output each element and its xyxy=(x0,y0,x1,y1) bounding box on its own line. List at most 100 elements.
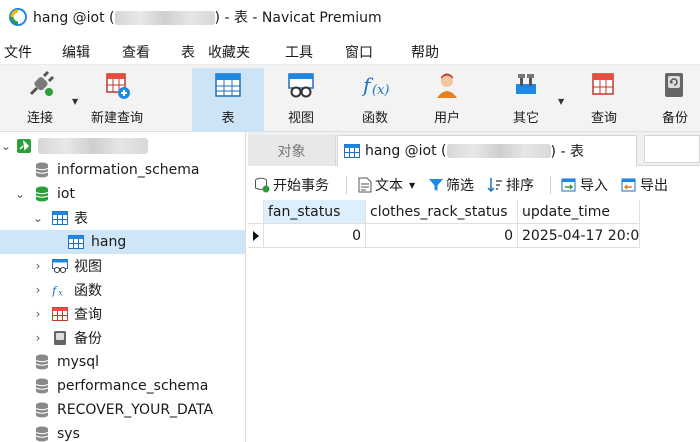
tree-db-mysql[interactable]: mysql xyxy=(0,350,245,374)
chevron-down-icon: ▼ xyxy=(409,180,416,190)
grid-header-row: fan_status clothes_rack_status update_ti… xyxy=(248,200,640,224)
menu-view[interactable]: 查看 xyxy=(122,42,150,62)
tools-icon xyxy=(511,68,541,102)
tree-db-sys[interactable]: sys xyxy=(0,422,245,442)
tree-label: mysql xyxy=(57,354,99,370)
backup-tool-button[interactable]: 备份 xyxy=(650,68,700,132)
menu-table[interactable]: 表 xyxy=(181,42,195,62)
others-dropdown-icon[interactable]: ▼ xyxy=(558,97,564,106)
view-tool-label: 视图 xyxy=(287,111,314,126)
connect-dropdown-icon[interactable]: ▼ xyxy=(72,97,78,106)
tab-title-suffix: ) - 表 xyxy=(550,144,584,160)
new-query-label: 新建查询 xyxy=(90,111,143,126)
chevron-down-icon[interactable]: ⌄ xyxy=(32,211,44,225)
user-tool-button[interactable]: 用户 xyxy=(414,68,480,132)
filter-button[interactable]: 筛选 xyxy=(429,174,474,196)
tree-group-queries[interactable]: › 查询 xyxy=(0,302,245,326)
column-header[interactable]: fan_status xyxy=(264,200,366,224)
backup-icon xyxy=(52,330,68,346)
table-icon xyxy=(68,234,84,250)
tab-search-field[interactable] xyxy=(644,135,700,163)
chevron-right-icon[interactable]: › xyxy=(32,259,44,273)
export-button[interactable]: 导出 xyxy=(621,174,668,196)
backup-tool-label: 备份 xyxy=(661,111,688,126)
column-header[interactable]: update_time xyxy=(518,200,640,224)
svg-text:f: f xyxy=(52,283,58,297)
view-tool-button[interactable]: 视图 xyxy=(268,68,334,132)
tree-group-backups[interactable]: › 备份 xyxy=(0,326,245,350)
tree-label: hang xyxy=(91,234,127,250)
query-tool-button[interactable]: 查询 xyxy=(576,68,632,132)
window-title: hang @iot () - 表 - Navicat Premium xyxy=(33,7,382,27)
user-tool-label: 用户 xyxy=(433,111,460,126)
grid-cell[interactable]: 2025-04-17 20:0 xyxy=(518,224,640,248)
grid-cell[interactable]: 0 xyxy=(264,224,366,248)
tree-label: 查询 xyxy=(74,307,102,323)
query-icon xyxy=(52,306,68,322)
main-toolbar: 连接 ▼ 新建查询 表 视图 f (x) 函数 用户 其它 ▼ 查询 备份 xyxy=(0,64,700,132)
others-tool-button[interactable]: 其它 xyxy=(496,68,556,132)
new-query-button[interactable]: 新建查询 xyxy=(84,68,150,132)
current-row-indicator-icon xyxy=(248,224,264,248)
chevron-down-icon[interactable]: ⌄ xyxy=(14,187,26,201)
table-icon xyxy=(52,210,68,226)
tree-db-iot[interactable]: ⌄ iot xyxy=(0,182,245,206)
column-header[interactable]: clothes_rack_status xyxy=(366,200,518,224)
tab-table-hang[interactable]: hang @iot ( ) - 表 xyxy=(337,135,637,166)
query-icon xyxy=(589,68,619,102)
menu-file[interactable]: 文件 xyxy=(4,42,32,62)
tree-db-information-schema[interactable]: information_schema xyxy=(0,158,245,182)
menu-window[interactable]: 窗口 xyxy=(345,42,373,62)
tree-connection[interactable]: ⌄ xyxy=(0,134,245,158)
text-view-label: 文本 xyxy=(375,178,403,194)
grid-cell[interactable]: 0 xyxy=(366,224,518,248)
database-icon xyxy=(34,426,50,442)
table-tool-button[interactable]: 表 xyxy=(192,68,264,132)
tab-bar: 对象 hang @iot ( ) - 表 xyxy=(248,132,700,166)
begin-transaction-label: 开始事务 xyxy=(273,178,329,194)
database-icon xyxy=(34,354,50,370)
connect-button[interactable]: 连接 xyxy=(14,68,66,132)
text-doc-icon xyxy=(358,177,372,193)
connect-label: 连接 xyxy=(26,111,53,126)
window-title-prefix: hang @iot ( xyxy=(33,10,115,26)
table-row[interactable]: 0 0 2025-04-17 20:0 xyxy=(248,224,640,248)
tree-db-performance-schema[interactable]: performance_schema xyxy=(0,374,245,398)
query-tool-label: 查询 xyxy=(590,111,617,126)
tab-objects[interactable]: 对象 xyxy=(248,135,336,166)
menu-tools[interactable]: 工具 xyxy=(285,42,313,62)
toolbar-separator xyxy=(550,176,551,194)
begin-transaction-button[interactable]: 开始事务 xyxy=(254,174,329,196)
chevron-right-icon[interactable]: › xyxy=(32,331,44,345)
sort-label: 排序 xyxy=(506,178,534,194)
chevron-down-icon[interactable]: ⌄ xyxy=(0,139,12,153)
tree-group-functions[interactable]: › fx 函数 xyxy=(0,278,245,302)
export-icon xyxy=(621,178,636,192)
chevron-right-icon[interactable]: › xyxy=(32,307,44,321)
text-view-button[interactable]: 文本 ▼ xyxy=(358,174,415,196)
table-tool-label: 表 xyxy=(221,111,235,126)
import-button[interactable]: 导入 xyxy=(561,174,608,196)
tree-label: 视图 xyxy=(74,259,102,275)
new-query-icon xyxy=(102,68,132,102)
tab-title-prefix: hang @iot ( xyxy=(365,143,447,159)
chevron-right-icon[interactable]: › xyxy=(32,283,44,297)
title-bar: hang @iot () - 表 - Navicat Premium xyxy=(0,0,700,34)
export-label: 导出 xyxy=(640,178,668,194)
menu-favorites[interactable]: 收藏夹 xyxy=(208,42,250,62)
sort-icon xyxy=(487,178,502,193)
others-tool-label: 其它 xyxy=(512,111,539,126)
function-tool-button[interactable]: f (x) 函数 xyxy=(342,68,408,132)
navigation-tree: ⌄ information_schema ⌄ iot ⌄ 表 hang › 视图… xyxy=(0,132,246,442)
tree-group-views[interactable]: › 视图 xyxy=(0,254,245,278)
sort-button[interactable]: 排序 xyxy=(487,174,534,196)
tree-label: sys xyxy=(57,426,80,442)
menu-edit[interactable]: 编辑 xyxy=(62,42,90,62)
tree-label: 表 xyxy=(74,211,88,227)
plug-icon xyxy=(25,68,55,102)
tree-group-tables[interactable]: ⌄ 表 xyxy=(0,206,245,230)
tree-db-recover-your-data[interactable]: RECOVER_YOUR_DATA xyxy=(0,398,245,422)
tree-table-hang[interactable]: hang xyxy=(0,230,245,254)
function-icon: fx xyxy=(52,282,68,298)
menu-help[interactable]: 帮助 xyxy=(411,42,439,62)
